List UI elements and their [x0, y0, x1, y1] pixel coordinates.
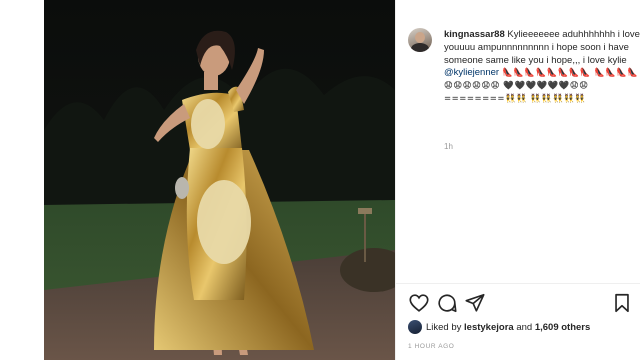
caption-mention[interactable]: @kyliejenner [444, 67, 499, 78]
post-timestamp: 1 HOUR AGO [408, 343, 455, 350]
liker-avatar[interactable] [408, 320, 422, 334]
heart-outline-icon [409, 294, 429, 312]
page-left-margin [0, 0, 44, 360]
save-button[interactable] [611, 292, 633, 314]
likes-middle: and [513, 322, 535, 333]
liker-username[interactable]: lestykejora [464, 322, 514, 333]
post-caption: kingnassar88 Kylieeeeeee aduhhhhhhh i lo… [444, 29, 640, 106]
likes-count-link[interactable]: 1,609 others [535, 322, 590, 333]
author-username[interactable]: kingnassar88 [444, 29, 505, 40]
caption-time: 1h [444, 142, 453, 151]
likes-text: Liked by lestykejora and 1,609 others [426, 322, 590, 333]
post-photo[interactable] [44, 0, 395, 360]
paper-plane-icon [465, 293, 485, 312]
comment-icon [438, 294, 457, 313]
likes-prefix: Liked by [426, 322, 465, 333]
post-photo-illustration [44, 0, 395, 360]
action-bar [408, 292, 633, 314]
bookmark-icon [615, 293, 629, 313]
like-button[interactable] [408, 292, 430, 314]
divider [396, 283, 640, 284]
author-avatar[interactable] [408, 28, 432, 52]
post-side-panel: kingnassar88 Kylieeeeeee aduhhhhhhh i lo… [395, 0, 640, 360]
likes-summary: Liked by lestykejora and 1,609 others [408, 320, 633, 336]
comment-button[interactable] [436, 292, 458, 314]
share-button[interactable] [464, 292, 486, 314]
